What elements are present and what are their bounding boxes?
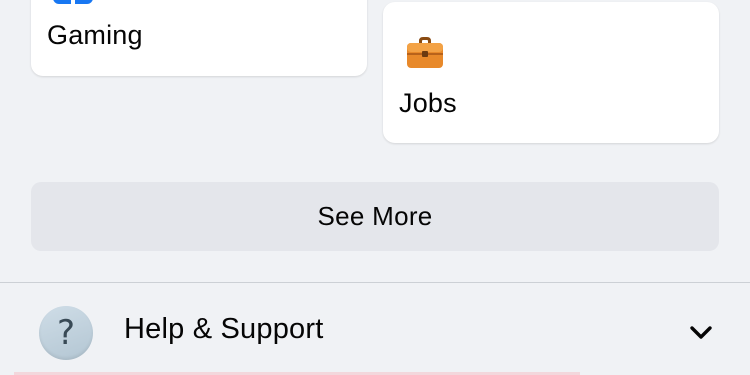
help-support-label: Help & Support [124, 313, 324, 345]
help-question-icon: ? [39, 306, 93, 360]
shortcut-jobs[interactable]: Jobs [383, 2, 719, 143]
shortcut-label: Jobs [399, 88, 457, 118]
shortcut-label: Gaming [47, 20, 143, 50]
see-more-label: See More [317, 201, 433, 231]
briefcase-icon [405, 32, 445, 72]
gaming-icon [53, 0, 93, 4]
help-glyph: ? [56, 313, 76, 353]
see-more-button[interactable]: See More [31, 182, 719, 251]
help-support-row[interactable]: ? Help & Support [0, 283, 750, 375]
shortcut-gaming[interactable]: Gaming [31, 0, 367, 76]
chevron-down-icon[interactable] [688, 323, 714, 343]
